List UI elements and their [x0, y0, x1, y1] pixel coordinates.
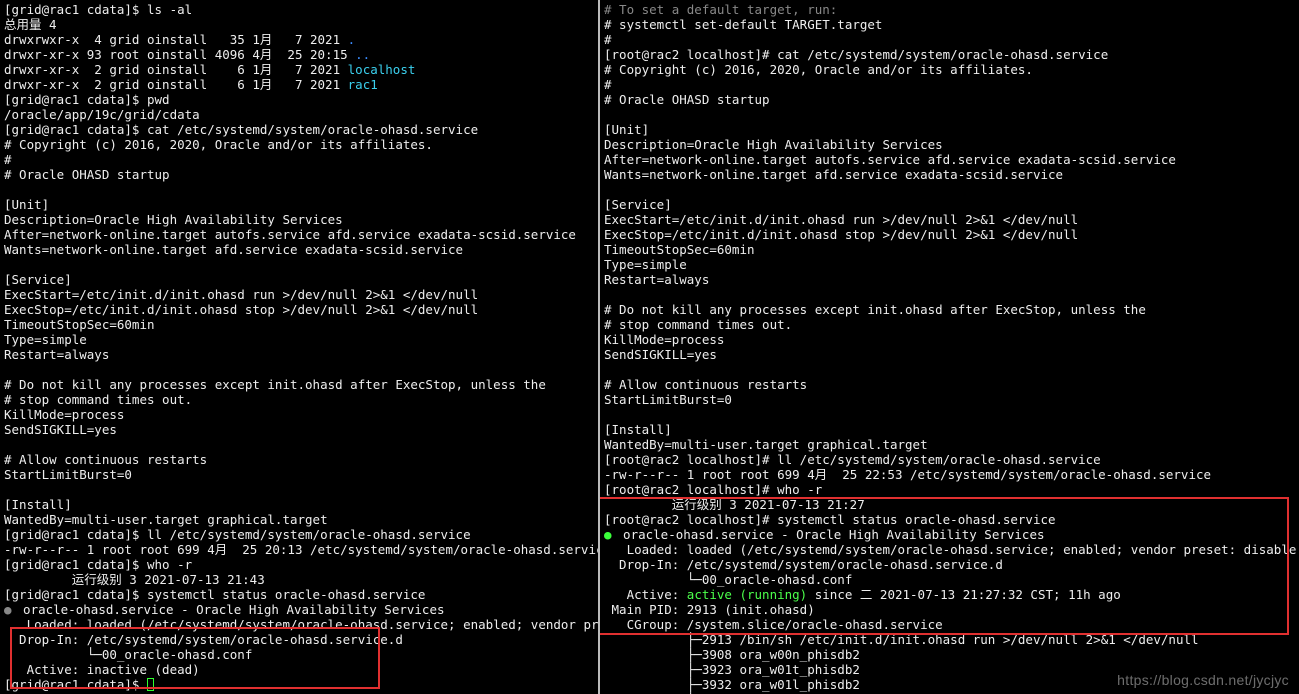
output-line: #	[604, 32, 1293, 47]
output-line: 运行级别 3 2021-07-13 21:27	[604, 497, 1293, 512]
service-name-line: oracle-ohasd.service - Oracle High Avail…	[4, 602, 594, 617]
prompt-line: [grid@rac1 cdata]$ ls -al	[4, 2, 594, 17]
section-header: [Install]	[4, 497, 594, 512]
output-line: Type=simple	[604, 257, 1293, 272]
output-line: # Do not kill any processes except init.…	[604, 302, 1293, 317]
dir-dot: .	[348, 32, 356, 47]
section-header: [Service]	[604, 197, 1293, 212]
output-line: Drop-In: /etc/systemd/system/oracle-ohas…	[4, 632, 594, 647]
output-line: Wants=network-online.target afd.service …	[4, 242, 594, 257]
cgroup-line: ├─2913 /bin/sh /etc/init.d/init.ohasd ru…	[604, 632, 1293, 647]
output-line: StartLimitBurst=0	[4, 467, 594, 482]
output-line: # Oracle OHASD startup	[604, 92, 1293, 107]
output-line: Main PID: 2913 (init.ohasd)	[604, 602, 1293, 617]
prompt-line: [grid@rac1 cdata]$ systemctl status orac…	[4, 587, 594, 602]
terminal-left[interactable]: [grid@rac1 cdata]$ ls -al 总用量 4 drwxrwxr…	[0, 0, 600, 694]
output-line: ExecStop=/etc/init.d/init.ohasd stop >/d…	[604, 227, 1293, 242]
ls-row: drwxr-xr-x 93 root oinstall 4096 4月 25 2…	[4, 47, 594, 62]
section-header: [Unit]	[604, 122, 1293, 137]
ls-row: drwxrwxr-x 4 grid oinstall 35 1月 7 2021 …	[4, 32, 594, 47]
output-line: After=network-online.target autofs.servi…	[604, 152, 1293, 167]
output-line: # systemctl set-default TARGET.target	[604, 17, 1293, 32]
output-line: TimeoutStopSec=60min	[4, 317, 594, 332]
output-line: # Oracle OHASD startup	[4, 167, 594, 182]
output-line: Loaded: loaded (/etc/systemd/system/orac…	[4, 617, 594, 632]
output-line: # stop command times out.	[4, 392, 594, 407]
service-name-line: oracle-ohasd.service - Oracle High Avail…	[604, 527, 1293, 542]
section-header: [Service]	[4, 272, 594, 287]
output-line: 运行级别 3 2021-07-13 21:43	[4, 572, 594, 587]
prompt-line: [root@rac2 localhost]# systemctl status …	[604, 512, 1293, 527]
prompt-line: [root@rac2 localhost]# ll /etc/systemd/s…	[604, 452, 1293, 467]
output-line: #	[4, 152, 594, 167]
output-line: /oracle/app/19c/grid/cdata	[4, 107, 594, 122]
output-line: # To set a default target, run:	[604, 2, 1293, 17]
watermark: https://blog.csdn.net/jycjyc	[1117, 673, 1289, 688]
split-view: [grid@rac1 cdata]$ ls -al 总用量 4 drwxrwxr…	[0, 0, 1299, 694]
prompt-line: [root@rac2 localhost]# who -r	[604, 482, 1293, 497]
dir-localhost: localhost	[348, 62, 416, 77]
dir-dotdot: ..	[355, 47, 370, 62]
output-line: WantedBy=multi-user.target graphical.tar…	[4, 512, 594, 527]
status-line-active: Active: active (running) since 二 2021-07…	[604, 587, 1293, 602]
output-line: -rw-r--r-- 1 root root 699 4月 25 22:53 /…	[604, 467, 1293, 482]
terminal-right[interactable]: # To set a default target, run: # system…	[600, 0, 1297, 694]
output-line: 总用量 4	[4, 17, 594, 32]
output-line: KillMode=process	[604, 332, 1293, 347]
output-line: CGroup: /system.slice/oracle-ohasd.servi…	[604, 617, 1293, 632]
output-line: ExecStart=/etc/init.d/init.ohasd run >/d…	[604, 212, 1293, 227]
output-line: SendSIGKILL=yes	[604, 347, 1293, 362]
cursor-icon	[147, 678, 154, 691]
output-line: After=network-online.target autofs.servi…	[4, 227, 594, 242]
prompt-line: [grid@rac1 cdata]$ ll /etc/systemd/syste…	[4, 527, 594, 542]
active-running-label: active (running)	[687, 587, 807, 602]
output-line: Description=Oracle High Availability Ser…	[604, 137, 1293, 152]
output-line: -rw-r--r-- 1 root root 699 4月 25 20:13 /…	[4, 542, 594, 557]
prompt-line: [grid@rac1 cdata]$	[4, 677, 594, 692]
output-line: # Copyright (c) 2016, 2020, Oracle and/o…	[4, 137, 594, 152]
output-line: # stop command times out.	[604, 317, 1293, 332]
prompt-line: [grid@rac1 cdata]$ who -r	[4, 557, 594, 572]
output-line: Drop-In: /etc/systemd/system/oracle-ohas…	[604, 557, 1293, 572]
cgroup-line: ├─3908 ora_w00n_phisdb2	[604, 647, 1293, 662]
output-line: Wants=network-online.target afd.service …	[604, 167, 1293, 182]
output-line: Loaded: loaded (/etc/systemd/system/orac…	[604, 542, 1293, 557]
output-line: WantedBy=multi-user.target graphical.tar…	[604, 437, 1293, 452]
output-line: # Allow continuous restarts	[4, 452, 594, 467]
output-line: Type=simple	[4, 332, 594, 347]
output-line: └─00_oracle-ohasd.conf	[604, 572, 1293, 587]
output-line: Restart=always	[604, 272, 1293, 287]
output-line: StartLimitBurst=0	[604, 392, 1293, 407]
output-line: TimeoutStopSec=60min	[604, 242, 1293, 257]
output-line: ExecStart=/etc/init.d/init.ohasd run >/d…	[4, 287, 594, 302]
output-line: # Do not kill any processes except init.…	[4, 377, 594, 392]
output-line: SendSIGKILL=yes	[4, 422, 594, 437]
status-line-inactive: Active: inactive (dead)	[4, 662, 594, 677]
output-line: Restart=always	[4, 347, 594, 362]
prompt-line: [root@rac2 localhost]# cat /etc/systemd/…	[604, 47, 1293, 62]
section-header: [Unit]	[4, 197, 594, 212]
output-line: # Allow continuous restarts	[604, 377, 1293, 392]
output-line: #	[604, 77, 1293, 92]
section-header: [Install]	[604, 422, 1293, 437]
output-line: KillMode=process	[4, 407, 594, 422]
output-line: ExecStop=/etc/init.d/init.ohasd stop >/d…	[4, 302, 594, 317]
prompt-line: [grid@rac1 cdata]$ cat /etc/systemd/syst…	[4, 122, 594, 137]
ls-row: drwxr-xr-x 2 grid oinstall 6 1月 7 2021 r…	[4, 77, 594, 92]
output-line: Description=Oracle High Availability Ser…	[4, 212, 594, 227]
dir-rac1: rac1	[348, 77, 378, 92]
output-line: └─00_oracle-ohasd.conf	[4, 647, 594, 662]
prompt-line: [grid@rac1 cdata]$ pwd	[4, 92, 594, 107]
output-line: # Copyright (c) 2016, 2020, Oracle and/o…	[604, 62, 1293, 77]
ls-row: drwxr-xr-x 2 grid oinstall 6 1月 7 2021 l…	[4, 62, 594, 77]
